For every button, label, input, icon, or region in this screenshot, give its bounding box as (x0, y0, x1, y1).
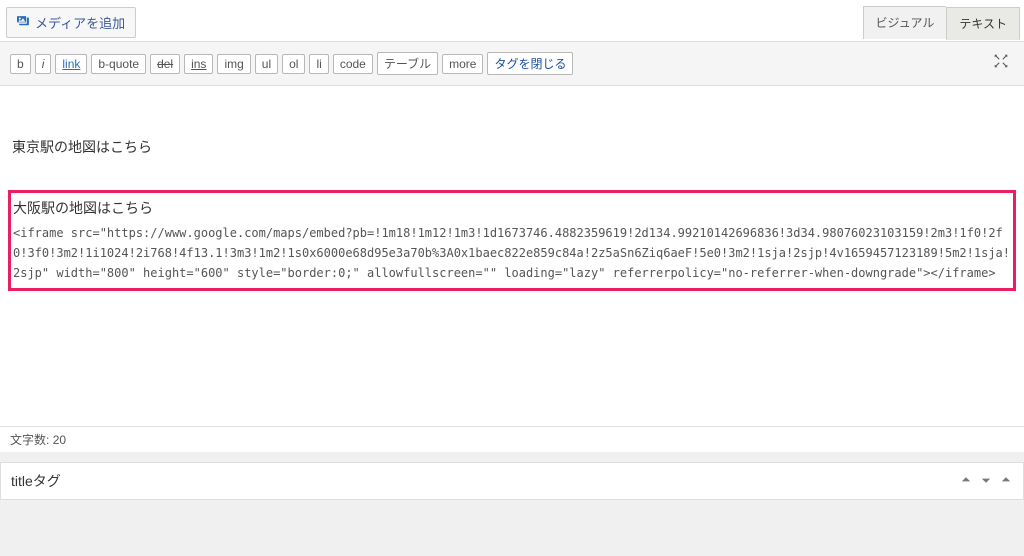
editor-footer: 文字数: 20 (0, 426, 1024, 452)
fullscreen-toggle-button[interactable] (988, 50, 1014, 77)
word-count-label: 文字数: (10, 433, 49, 447)
editor-mode-tabs: ビジュアル テキスト (863, 6, 1020, 39)
qt-ul-button[interactable]: ul (255, 54, 278, 74)
editor-top-row: メディアを追加 ビジュアル テキスト (0, 0, 1024, 42)
tab-visual[interactable]: ビジュアル (863, 6, 947, 39)
fullscreen-icon (992, 52, 1010, 70)
qt-bold-button[interactable]: b (10, 54, 31, 74)
media-icon (17, 14, 31, 31)
add-media-button[interactable]: メディアを追加 (6, 7, 136, 38)
metabox-title: titleタグ (11, 471, 61, 491)
qt-close-tags-button[interactable]: タグを閉じる (487, 52, 573, 75)
move-down-icon[interactable] (979, 473, 993, 490)
qt-del-button[interactable]: del (150, 54, 180, 74)
qt-ins-button[interactable]: ins (184, 54, 213, 74)
add-media-label: メディアを追加 (35, 13, 125, 32)
move-up-icon[interactable] (959, 473, 973, 490)
metabox-controls (959, 473, 1013, 490)
qt-ol-button[interactable]: ol (282, 54, 305, 74)
content-line-1: 東京駅の地図はこちら (12, 136, 1012, 160)
quicktags-toolbar: b i link b-quote del ins img ul ol li co… (0, 42, 1024, 86)
qt-more-button[interactable]: more (442, 54, 483, 74)
qt-li-button[interactable]: li (309, 54, 328, 74)
metabox-header: titleタグ (1, 463, 1023, 499)
qt-table-button[interactable]: テーブル (377, 52, 438, 75)
toggle-panel-icon[interactable] (999, 473, 1013, 490)
qt-img-button[interactable]: img (217, 54, 250, 74)
metabox-title-tag: titleタグ (0, 462, 1024, 500)
word-count-value: 20 (53, 433, 66, 447)
tab-text[interactable]: テキスト (946, 7, 1020, 40)
highlight-annotation: 大阪駅の地図はこちら <iframe src="https://www.goog… (8, 190, 1016, 291)
qt-italic-button[interactable]: i (35, 54, 52, 74)
qt-code-button[interactable]: code (333, 54, 373, 74)
qt-link-button[interactable]: link (55, 54, 87, 74)
content-line-2: 大阪駅の地図はこちら (13, 197, 1011, 221)
editor-container: メディアを追加 ビジュアル テキスト b i link b-quote del … (0, 0, 1024, 452)
editor-textarea[interactable]: 東京駅の地図はこちら 大阪駅の地図はこちら <iframe src="https… (0, 86, 1024, 426)
qt-bquote-button[interactable]: b-quote (91, 54, 146, 74)
content-iframe-code: <iframe src="https://www.google.com/maps… (13, 223, 1011, 284)
